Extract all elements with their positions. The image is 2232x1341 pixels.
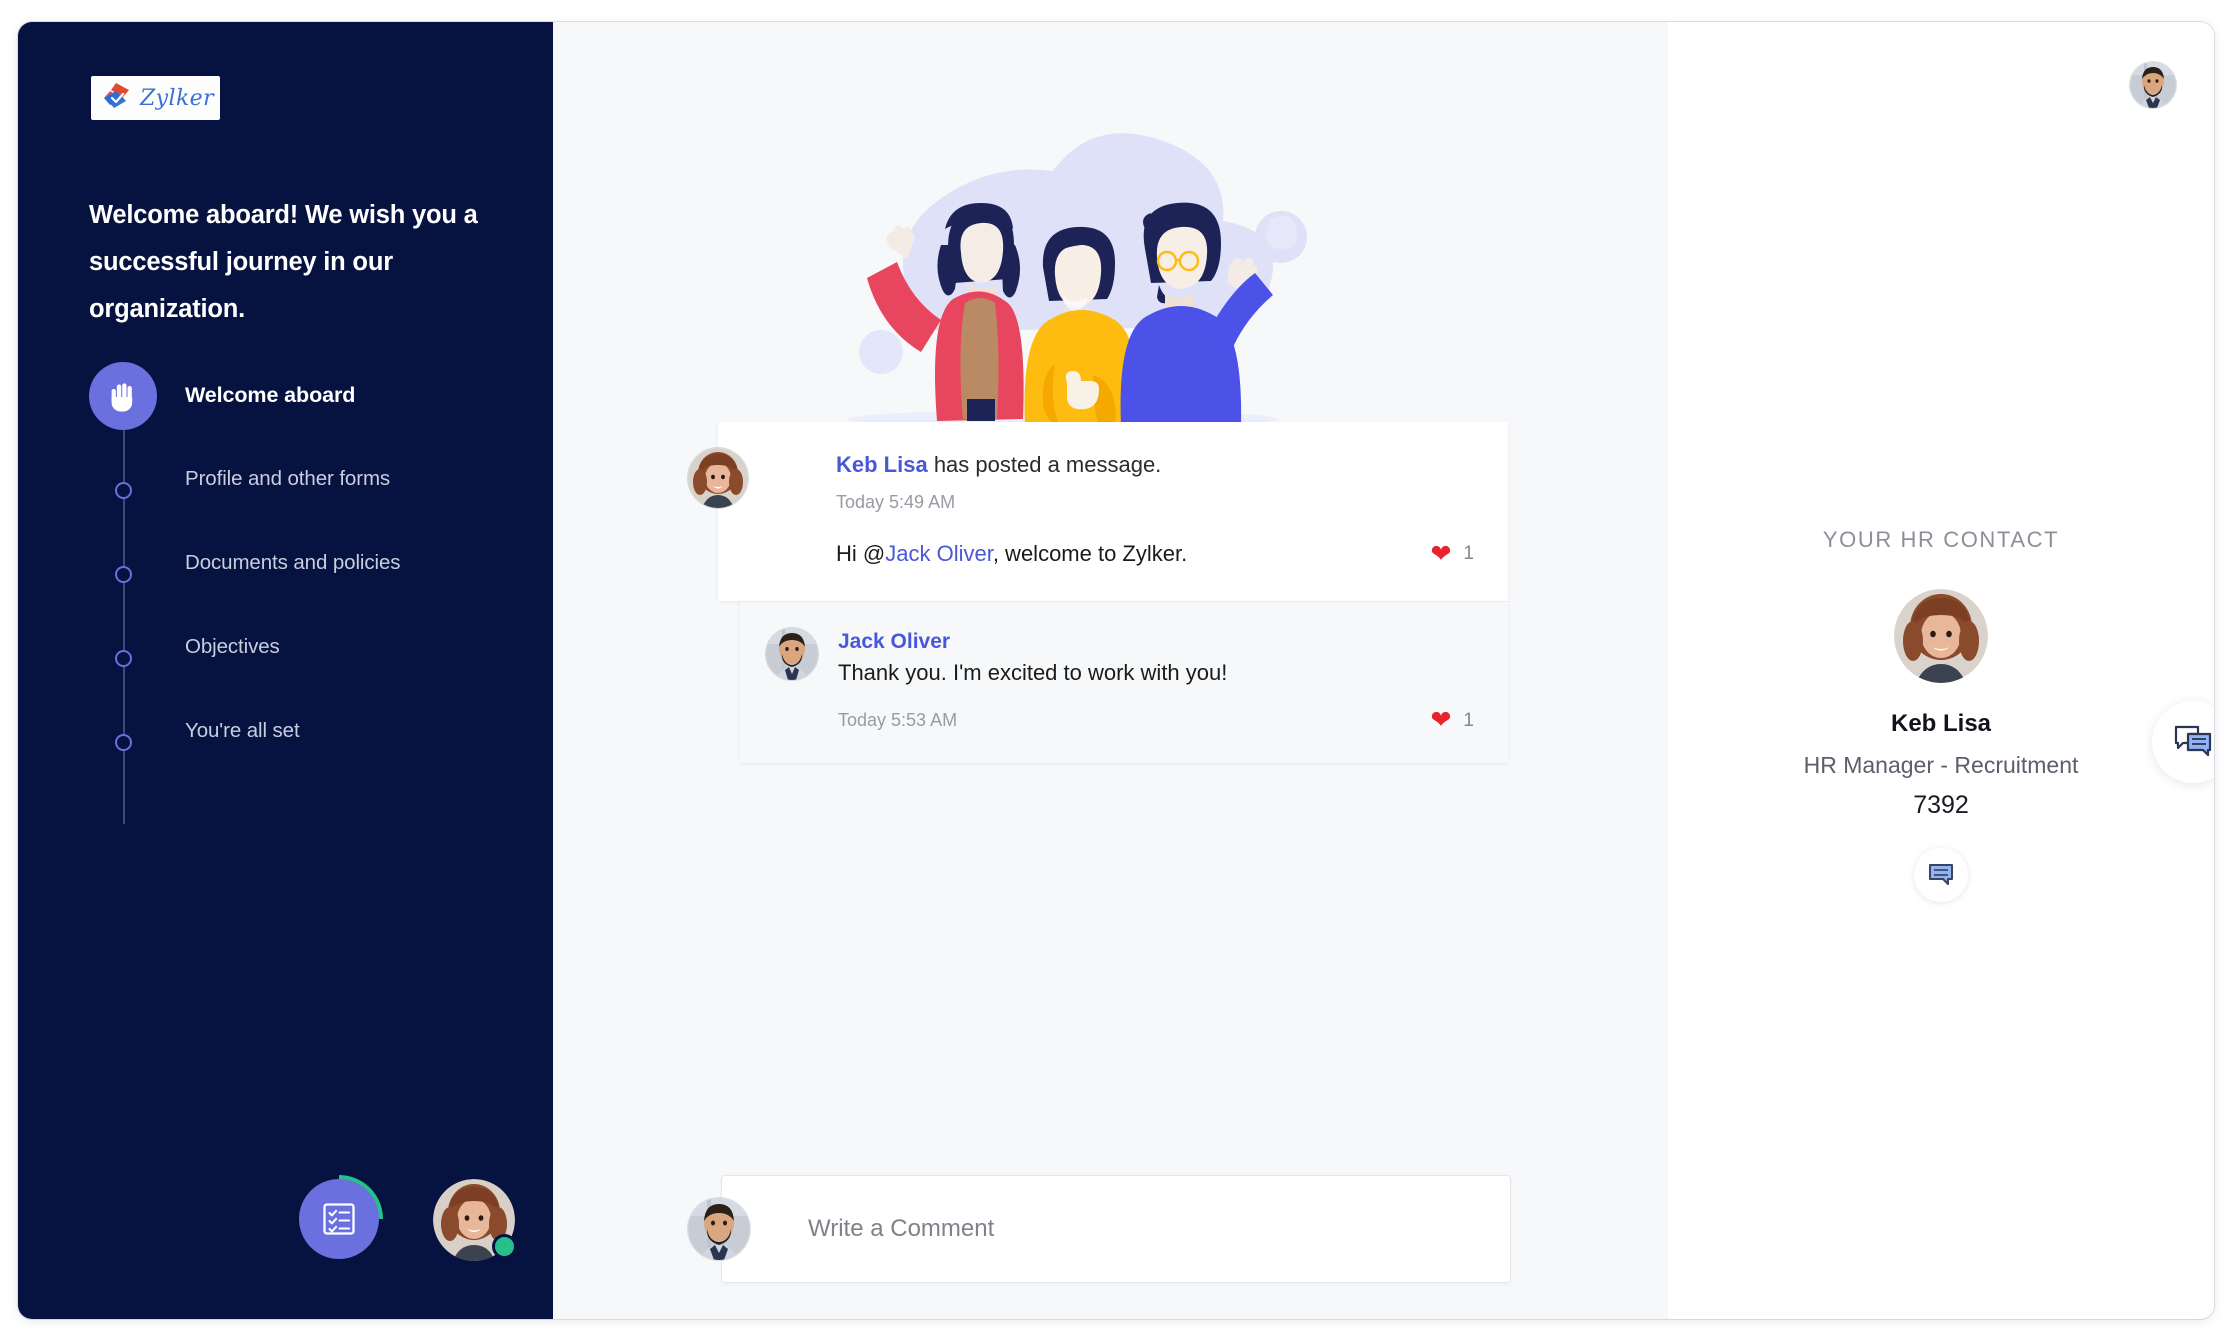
online-status-dot	[492, 1234, 517, 1259]
post-body-prefix: Hi @	[836, 541, 886, 567]
step-dot-icon	[115, 482, 132, 499]
post-reaction[interactable]: ❤ 1	[1430, 708, 1474, 733]
post-card[interactable]: Keb Lisa has posted a message. Today 5:4…	[688, 422, 1508, 602]
post-author-name[interactable]: Jack Oliver	[838, 630, 1474, 654]
checklist-icon	[323, 1203, 355, 1235]
sidebar-step-label: Welcome aboard	[185, 383, 356, 407]
hand-glyph	[111, 383, 133, 412]
reaction-count: 1	[1463, 709, 1474, 731]
main-content-panel: Keb Lisa has posted a message. Today 5:4…	[553, 22, 2214, 1319]
post-body-text: Hi @Jack Oliver, welcome to Zylker.	[836, 541, 1187, 567]
post-author-name[interactable]: Keb Lisa	[836, 452, 928, 477]
mention-link[interactable]: Jack Oliver	[885, 541, 993, 566]
step-dot-icon	[115, 650, 132, 667]
step-dot-icon	[115, 734, 132, 751]
comment-input-box[interactable]: Write a Comment	[688, 1175, 1511, 1283]
avatar-keb-lisa-icon	[1894, 589, 1988, 683]
sidebar-step-documents-and-policies[interactable]: Documents and policies	[89, 530, 529, 656]
chat-bubble-icon	[1929, 864, 1953, 885]
sidebar-step-objectives[interactable]: Objectives	[89, 614, 529, 740]
sidebar: Zylker Welcome aboard! We wish you a suc…	[18, 22, 553, 1319]
zylker-diamond-logo-icon	[104, 83, 129, 108]
reaction-count: 1	[1463, 543, 1474, 565]
step-marker	[89, 446, 159, 572]
post-footer: Today 5:53 AM ❤ 1	[838, 708, 1474, 733]
message-feed: Keb Lisa has posted a message. Today 5:4…	[688, 422, 1508, 764]
step-marker	[89, 362, 159, 488]
hr-contact-role: HR Manager - Recruitment	[1803, 752, 2079, 778]
sidebar-step-profile-and-other-forms[interactable]: Profile and other forms	[89, 446, 529, 572]
welcome-message: Welcome aboard! We wish you a successful…	[89, 201, 478, 323]
post-header: Keb Lisa has posted a message.	[836, 452, 1474, 478]
app-window: Zylker Welcome aboard! We wish you a suc…	[18, 22, 2214, 1319]
sidebar-step-youre-all-set[interactable]: You're all set	[89, 698, 529, 824]
three-people-welcome-illustration-icon	[848, 133, 1307, 427]
step-marker	[89, 698, 159, 824]
sidebar-step-label: You're all set	[185, 719, 300, 742]
sidebar-user-avatar[interactable]	[433, 1179, 517, 1261]
hr-contact-name: Keb Lisa	[1890, 710, 1992, 737]
hr-contact-card: YOUR HR CONTACT Keb Lisa HR Manager - Re…	[1668, 527, 2214, 902]
avatar-jack-oliver	[766, 628, 818, 681]
post-body-suffix: , welcome to Zylker.	[992, 541, 1188, 567]
sidebar-step-welcome-aboard[interactable]: Welcome aboard	[89, 362, 529, 488]
avatar-jack-oliver	[688, 1198, 750, 1260]
onboarding-steps: Welcome aboard Profile and other forms D…	[89, 362, 529, 824]
post-card[interactable]: Jack Oliver Thank you. I'm excited to wo…	[740, 601, 1508, 764]
step-marker	[89, 614, 159, 740]
avatar-jack-oliver-icon	[2130, 62, 2176, 108]
avatar-keb-lisa	[688, 448, 748, 508]
step-connector-line	[123, 740, 125, 824]
sidebar-step-label: Documents and policies	[185, 551, 401, 574]
avatar-keb-lisa[interactable]	[1894, 589, 1988, 683]
post-timestamp: Today 5:49 AM	[836, 492, 956, 513]
heart-icon[interactable]: ❤	[1430, 541, 1451, 567]
hr-contact-title: YOUR HR CONTACT	[1822, 527, 2060, 552]
right-panel: YOUR HR CONTACT Keb Lisa HR Manager - Re…	[1668, 22, 2214, 1319]
zylker-logo-text: Zylker	[140, 85, 215, 111]
avatar-jack-oliver-icon	[688, 1198, 750, 1260]
comment-input-placeholder[interactable]: Write a Comment	[808, 1215, 994, 1243]
zylker-logo[interactable]: Zylker	[91, 76, 220, 120]
post-body: Hi @Jack Oliver, welcome to Zylker. ❤ 1	[836, 541, 1474, 567]
waving-hand-icon	[89, 362, 157, 430]
post-reaction[interactable]: ❤ 1	[1430, 541, 1474, 567]
post-header-suffix: has posted a message.	[927, 452, 1162, 477]
sidebar-step-label: Profile and other forms	[185, 467, 391, 490]
step-dot-icon	[115, 566, 132, 583]
task-checklist-button[interactable]	[299, 1179, 379, 1259]
hr-chat-button[interactable]	[1914, 848, 1968, 902]
avatar-keb-lisa-icon	[688, 448, 748, 508]
step-marker	[89, 530, 159, 656]
sidebar-step-label: Objectives	[185, 635, 280, 658]
heart-icon[interactable]: ❤	[1430, 708, 1451, 733]
post-timestamp: Today 5:53 AM	[838, 710, 958, 731]
avatar-jack-oliver-icon	[766, 628, 818, 681]
topbar-user-avatar[interactable]	[2130, 62, 2176, 108]
post-body-text: Thank you. I'm excited to work with you!	[838, 660, 1228, 686]
chat-bubbles-icon	[2174, 725, 2212, 757]
hr-contact-extension: 7392	[1913, 791, 1969, 819]
